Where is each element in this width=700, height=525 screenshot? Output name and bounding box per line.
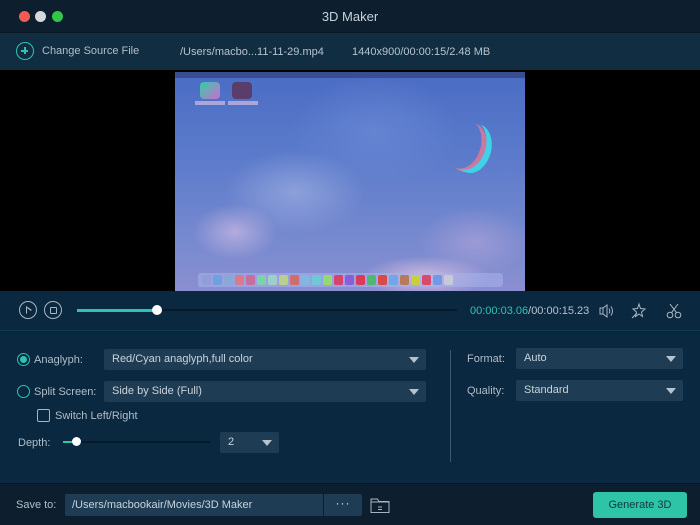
- save-to-label: Save to:: [16, 499, 57, 511]
- format-select[interactable]: Auto: [516, 348, 683, 369]
- preview-desktop-icon: [200, 82, 220, 99]
- split-screen-label: Split Screen:: [34, 386, 97, 398]
- save-path-value: /Users/macbookair/Movies/3D Maker: [72, 499, 253, 511]
- split-screen-radio[interactable]: [17, 385, 30, 398]
- source-file-meta: 1440x900/00:00:15/2.48 MB: [352, 46, 491, 58]
- stop-icon: [50, 307, 57, 314]
- change-source-file-button[interactable]: Change Source File: [16, 42, 139, 60]
- chevron-down-icon: [666, 356, 676, 362]
- time-display: 00:00:03.06/00:00:15.23: [470, 305, 589, 317]
- total-time: 00:00:15.23: [531, 305, 590, 317]
- save-path-field[interactable]: /Users/macbookair/Movies/3D Maker ···: [65, 494, 362, 516]
- video-preview: [0, 70, 700, 291]
- quality-label: Quality:: [467, 385, 505, 397]
- title-bar: 3D Maker: [0, 0, 700, 33]
- settings-panel: Anaglyph: Red/Cyan anaglyph,full color S…: [0, 332, 700, 483]
- play-button[interactable]: [19, 301, 37, 319]
- video-frame: [175, 72, 525, 291]
- change-source-file-label: Change Source File: [42, 45, 140, 57]
- split-screen-mode-select[interactable]: Side by Side (Full): [104, 381, 426, 402]
- browse-more-button[interactable]: ···: [323, 494, 362, 516]
- anaglyph-mode-select[interactable]: Red/Cyan anaglyph,full color: [104, 349, 426, 370]
- depth-slider[interactable]: [63, 437, 210, 446]
- source-file-path: /Users/macbo...11-11-29.mp4: [180, 46, 324, 58]
- format-value: Auto: [524, 352, 547, 364]
- switch-left-right-label: Switch Left/Right: [55, 410, 138, 422]
- playback-controls: 00:00:03.06/00:00:15.23: [0, 291, 700, 331]
- split-screen-mode-value: Side by Side (Full): [112, 385, 202, 397]
- source-bar: Change Source File /Users/macbo...11-11-…: [0, 33, 700, 70]
- depth-label: Depth:: [18, 437, 51, 449]
- stop-button[interactable]: [44, 301, 62, 319]
- play-icon: [26, 306, 32, 314]
- depth-select[interactable]: 2: [220, 432, 279, 453]
- preview-dock: [198, 273, 503, 287]
- depth-value: 2: [228, 436, 235, 448]
- generate-3d-button[interactable]: Generate 3D: [593, 492, 687, 518]
- preview-icon-label: [228, 101, 258, 105]
- window-title: 3D Maker: [321, 9, 379, 24]
- chevron-down-icon: [409, 389, 419, 395]
- play-icon-inner: [27, 307, 31, 314]
- progress-fill: [77, 309, 157, 312]
- switch-left-right-checkbox[interactable]: [37, 409, 50, 422]
- format-label: Format:: [467, 353, 505, 365]
- chevron-down-icon: [666, 388, 676, 394]
- settings-divider: [450, 350, 451, 462]
- playback-progress-slider[interactable]: [77, 305, 457, 315]
- chevron-down-icon: [262, 440, 272, 446]
- chevron-down-icon: [409, 357, 419, 363]
- progress-handle[interactable]: [151, 305, 162, 315]
- preview-menubar: [175, 72, 525, 78]
- quality-value: Standard: [524, 384, 569, 396]
- anaglyph-radio[interactable]: [17, 353, 30, 366]
- preview-icon-label: [195, 101, 225, 105]
- effect-wand-icon[interactable]: [630, 302, 648, 320]
- anaglyph-label: Anaglyph:: [34, 354, 83, 366]
- open-folder-icon[interactable]: [370, 497, 390, 514]
- scissors-icon[interactable]: [665, 302, 683, 320]
- preview-desktop-icon: [232, 82, 252, 99]
- footer-bar: Save to: /Users/macbookair/Movies/3D Mak…: [0, 483, 700, 525]
- anaglyph-mode-value: Red/Cyan anaglyph,full color: [112, 353, 253, 365]
- quality-select[interactable]: Standard: [516, 380, 683, 401]
- current-time: 00:00:03.06: [470, 305, 529, 317]
- volume-icon[interactable]: [598, 302, 616, 320]
- add-circle-icon: [16, 42, 34, 60]
- depth-slider-handle[interactable]: [72, 437, 82, 446]
